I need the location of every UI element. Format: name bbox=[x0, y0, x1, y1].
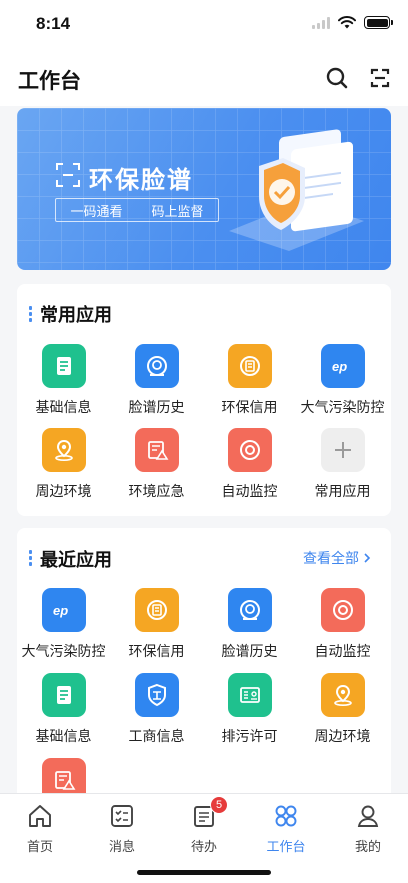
tab-label: 首页 bbox=[26, 839, 53, 854]
tab-profile[interactable]: 我的 bbox=[328, 802, 408, 855]
view-all-label: 查看全部 bbox=[303, 550, 359, 566]
tab-messages[interactable]: 消息 bbox=[82, 802, 162, 855]
permit-icon bbox=[227, 673, 272, 717]
brand-logo-icon bbox=[56, 163, 80, 187]
search-icon[interactable] bbox=[323, 64, 351, 92]
monitor-icon bbox=[320, 588, 365, 632]
home-icon bbox=[26, 802, 54, 830]
location-icon bbox=[41, 428, 86, 472]
scan-icon[interactable] bbox=[366, 64, 394, 92]
banner-title: 环保脸谱 bbox=[89, 167, 193, 194]
app-label: 常用应用 bbox=[314, 483, 371, 499]
app-add-common[interactable]: 常用应用 bbox=[296, 428, 389, 501]
banner-subtitle-2: 码上监督 bbox=[151, 203, 204, 219]
app-surroundings[interactable]: 周边环境 bbox=[17, 428, 110, 501]
app-eco-credit[interactable]: 环保信用 bbox=[203, 344, 296, 417]
business-icon bbox=[134, 673, 179, 717]
app-label: 大气污染防控 bbox=[21, 643, 106, 659]
wifi-icon bbox=[338, 16, 356, 29]
tab-label: 工作台 bbox=[266, 839, 306, 854]
workbench-icon bbox=[272, 802, 300, 830]
app-label: 环保信用 bbox=[221, 399, 278, 415]
ep-icon: ep bbox=[320, 344, 365, 388]
tab-label: 待办 bbox=[190, 839, 217, 854]
app-label: 基础信息 bbox=[35, 399, 92, 415]
app-label: 大气污染防控 bbox=[300, 399, 385, 415]
recent-app-business-info[interactable]: 工商信息 bbox=[110, 673, 203, 746]
view-all-link[interactable]: 查看全部 bbox=[303, 548, 371, 568]
face-history-icon bbox=[227, 588, 272, 632]
section-marker bbox=[29, 306, 32, 322]
tab-label: 消息 bbox=[108, 839, 135, 854]
banner-subtitle: 一码通看 码上监督 bbox=[55, 198, 219, 222]
status-time: 8:14 bbox=[36, 14, 71, 33]
app-label: 自动监控 bbox=[314, 643, 371, 659]
plus-icon bbox=[320, 428, 365, 472]
app-label: 脸谱历史 bbox=[221, 643, 278, 659]
app-face-history[interactable]: 脸谱历史 bbox=[110, 344, 203, 417]
app-label: 环境应急 bbox=[128, 483, 185, 499]
message-icon bbox=[108, 802, 136, 830]
credit-icon bbox=[134, 588, 179, 632]
app-air-pollution[interactable]: ep 大气污染防控 bbox=[296, 344, 389, 417]
credit-icon bbox=[227, 344, 272, 388]
app-label: 周边环境 bbox=[35, 483, 92, 499]
svg-text:ep: ep bbox=[332, 359, 347, 374]
app-label: 排污许可 bbox=[221, 728, 278, 744]
recent-app-basic-info[interactable]: 基础信息 bbox=[17, 673, 110, 746]
face-history-icon bbox=[134, 344, 179, 388]
recent-app-air-pollution[interactable]: ep 大气污染防控 bbox=[17, 588, 110, 661]
page-title: 工作台 bbox=[18, 70, 81, 93]
status-icons bbox=[312, 16, 393, 29]
app-label: 工商信息 bbox=[128, 728, 185, 744]
banner-subtitle-1: 一码通看 bbox=[70, 203, 123, 219]
app-auto-monitor[interactable]: 自动监控 bbox=[203, 428, 296, 501]
app-label: 环保信用 bbox=[128, 643, 185, 659]
app-label: 脸谱历史 bbox=[128, 399, 185, 415]
recent-app-surroundings[interactable]: 周边环境 bbox=[296, 673, 389, 746]
status-bar: 8:14 bbox=[0, 0, 408, 50]
tab-todo[interactable]: 5 待办 bbox=[164, 796, 244, 855]
recent-app-face-history[interactable]: 脸谱历史 bbox=[203, 588, 296, 661]
home-indicator bbox=[137, 870, 271, 875]
section-marker bbox=[29, 550, 32, 566]
common-apps-title: 常用应用 bbox=[40, 305, 112, 325]
tab-workbench[interactable]: 工作台 bbox=[246, 802, 326, 855]
emergency-icon bbox=[134, 428, 179, 472]
recent-app-eco-credit[interactable]: 环保信用 bbox=[110, 588, 203, 661]
promo-banner[interactable]: 环保脸谱 一码通看 码上监督 bbox=[17, 108, 391, 270]
shield-document-illustration bbox=[229, 129, 364, 251]
document-icon bbox=[41, 673, 86, 717]
app-label: 基础信息 bbox=[35, 728, 92, 744]
ep-icon: ep bbox=[41, 588, 86, 632]
location-icon bbox=[320, 673, 365, 717]
signal-icon bbox=[312, 16, 330, 29]
common-apps-card: 常用应用 基础信息 脸谱历史 环保信用 ep 大气污染防控 周边环境 环境应急 bbox=[17, 284, 391, 516]
recent-app-discharge-permit[interactable]: 排污许可 bbox=[203, 673, 296, 746]
app-label: 周边环境 bbox=[314, 728, 371, 744]
header: 工作台 bbox=[0, 50, 408, 106]
svg-text:ep: ep bbox=[53, 603, 68, 618]
app-basic-info[interactable]: 基础信息 bbox=[17, 344, 110, 417]
recent-app-auto-monitor[interactable]: 自动监控 bbox=[296, 588, 389, 661]
todo-icon: 5 bbox=[190, 796, 228, 830]
recent-apps-title: 最近应用 bbox=[40, 550, 112, 570]
app-emergency[interactable]: 环境应急 bbox=[110, 428, 203, 501]
monitor-icon bbox=[227, 428, 272, 472]
recent-apps-card: 最近应用 查看全部 ep 大气污染防控 环保信用 脸谱历史 自动监控 基础信息 bbox=[17, 528, 391, 808]
battery-icon bbox=[364, 16, 393, 29]
chevron-right-icon bbox=[364, 553, 371, 563]
document-icon bbox=[41, 344, 86, 388]
profile-icon bbox=[354, 802, 382, 830]
todo-badge: 5 bbox=[210, 796, 228, 814]
tab-home[interactable]: 首页 bbox=[0, 802, 80, 855]
app-label: 自动监控 bbox=[221, 483, 278, 499]
tab-label: 我的 bbox=[354, 839, 381, 854]
